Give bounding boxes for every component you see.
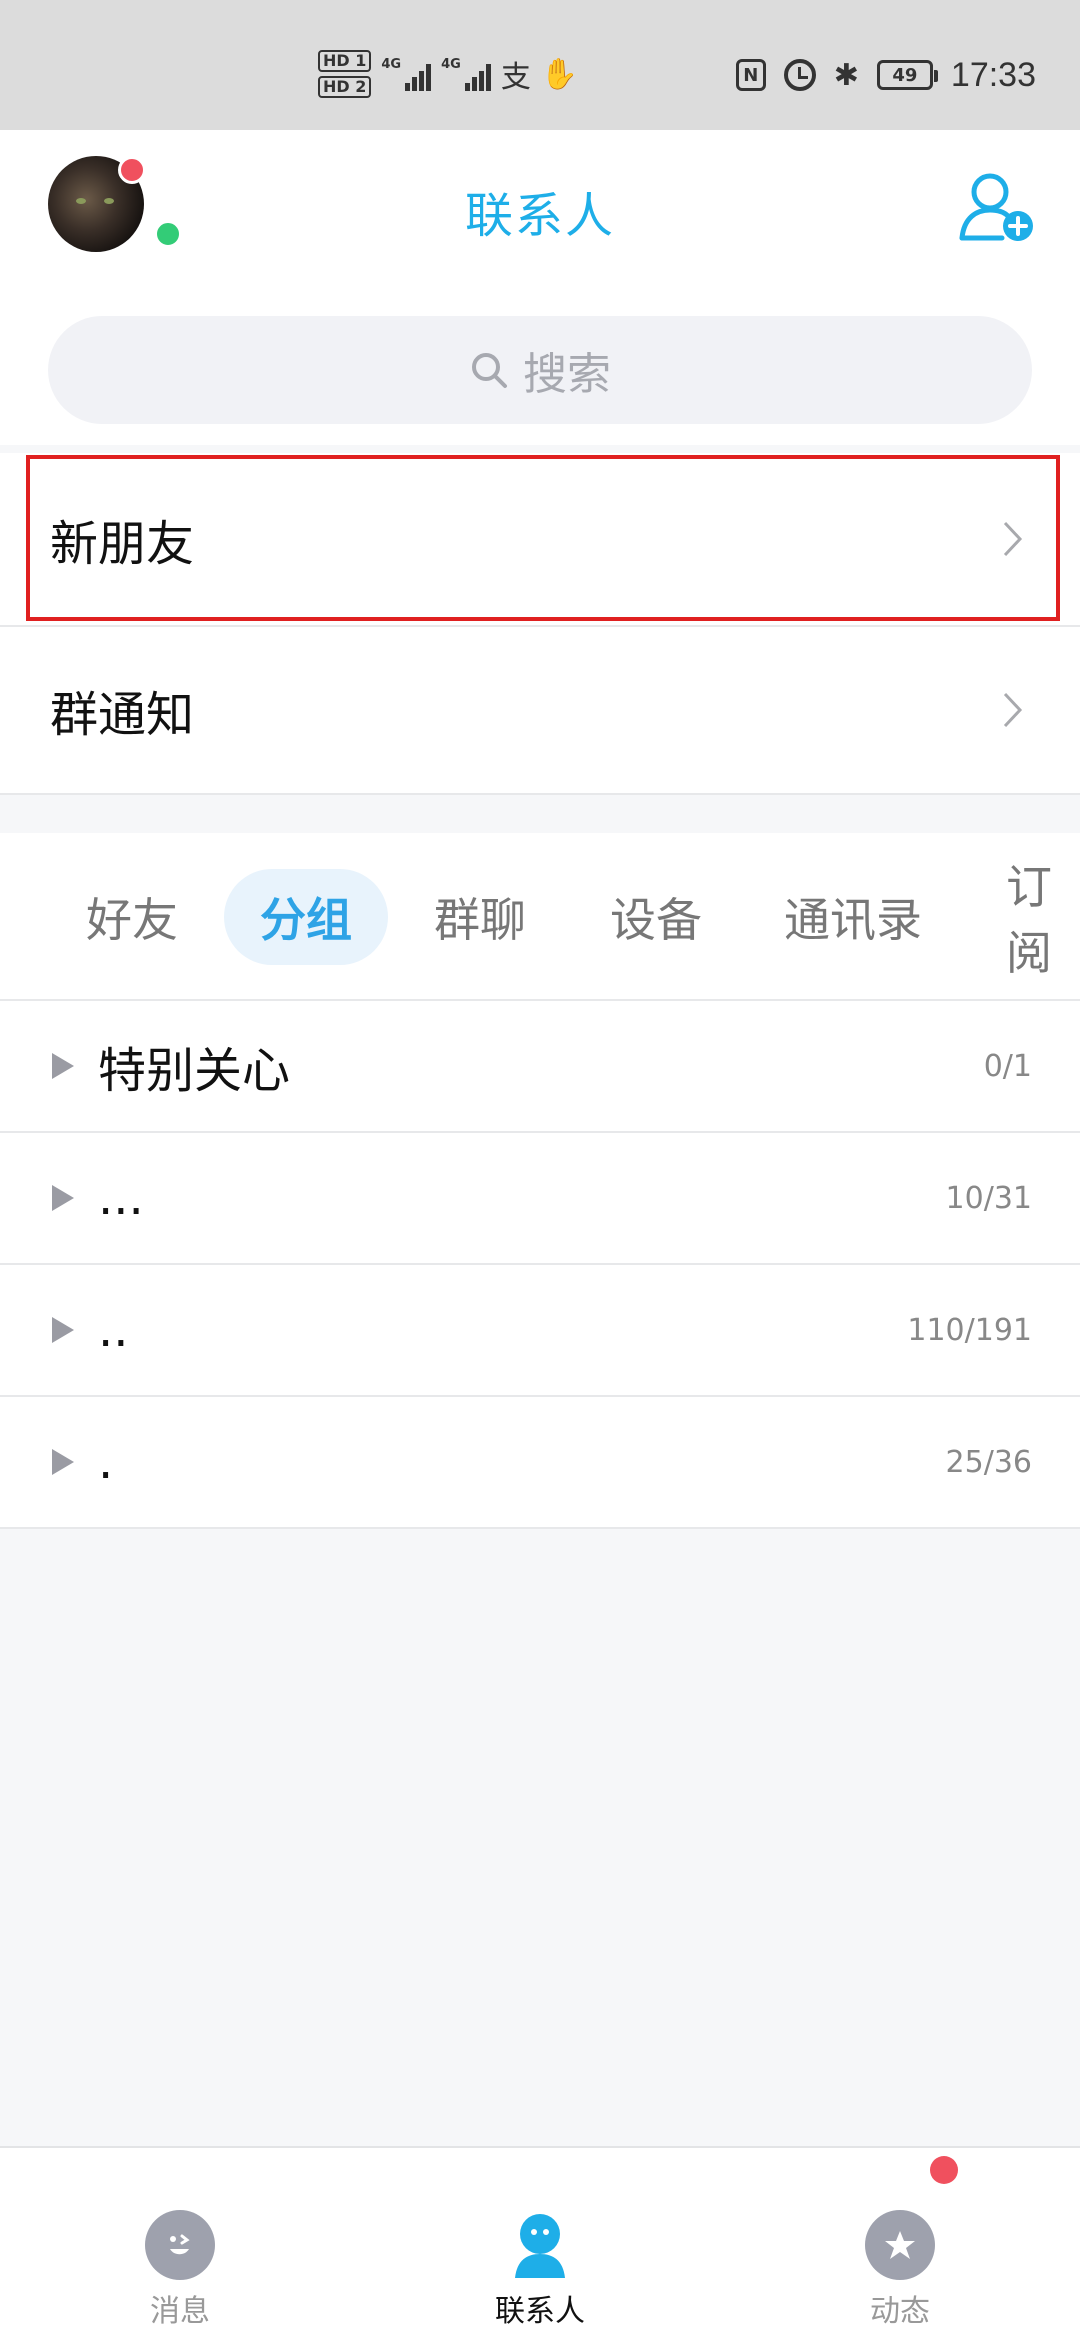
- group-name: ..: [98, 1302, 129, 1358]
- star-icon: [865, 2210, 935, 2280]
- group-notice-label: 群通知: [50, 687, 195, 743]
- group-name: 特别关心: [98, 1043, 291, 1099]
- expand-triangle-icon: [52, 1053, 74, 1079]
- clock: 17:33: [950, 55, 1036, 94]
- group-count: 10/31: [945, 1180, 1032, 1216]
- group-name: ...: [98, 1170, 144, 1226]
- add-contact-icon[interactable]: [956, 166, 1040, 250]
- contacts-icon: [505, 2210, 575, 2280]
- status-right: N ✱ 49 17:33: [735, 50, 1036, 100]
- group-name: .: [98, 1434, 114, 1490]
- moments-badge: [930, 2156, 958, 2184]
- battery-icon: 49: [876, 60, 938, 90]
- alipay-icon: 支: [500, 60, 531, 95]
- expand-triangle-icon: [52, 1449, 74, 1475]
- group-count: 25/36: [945, 1444, 1032, 1480]
- tab-devices[interactable]: 设备: [610, 869, 702, 965]
- group-count: 110/191: [907, 1312, 1032, 1348]
- group-row[interactable]: ... 10/31: [0, 1133, 1080, 1263]
- nav-label: 联系人: [495, 2294, 585, 2329]
- tab-address-book[interactable]: 通讯录: [784, 869, 922, 965]
- contact-tabs: 好友 分组 群聊 设备 通讯录 订阅: [0, 833, 1080, 999]
- search-bar[interactable]: 搜索: [48, 316, 1032, 424]
- group-notice-row[interactable]: 群通知: [0, 627, 1080, 793]
- nfc-icon: N: [735, 59, 766, 91]
- group-row[interactable]: .. 110/191: [0, 1265, 1080, 1395]
- bottom-nav: 消息 联系人 动态: [0, 2146, 1080, 2340]
- search-placeholder: 搜索: [523, 349, 611, 400]
- battery-level: 49: [892, 64, 918, 86]
- section-gap: [0, 795, 1080, 833]
- bluetooth-icon: ✱: [833, 57, 859, 93]
- nav-label: 消息: [150, 2294, 210, 2329]
- search-icon: [472, 353, 507, 388]
- signal1-icon: 4G: [381, 57, 432, 91]
- signal2-icon: 4G: [441, 57, 491, 91]
- nav-label: 动态: [870, 2294, 930, 2329]
- page-title: 联系人: [464, 188, 615, 244]
- group-row[interactable]: 特别关心 0/1: [0, 1001, 1080, 1131]
- hand-shield-icon: ✋: [540, 56, 579, 92]
- divider: [0, 1527, 1080, 1529]
- status-left: HD 1 HD 2 4G 4G 支 ✋: [318, 44, 578, 104]
- tab-friends[interactable]: 好友: [86, 869, 178, 965]
- tab-group-chats[interactable]: 群聊: [434, 869, 526, 965]
- nav-contacts[interactable]: 联系人: [440, 2210, 640, 2330]
- hd1-icon: HD 1: [318, 50, 372, 72]
- group-row[interactable]: . 25/36: [0, 1397, 1080, 1527]
- nav-moments[interactable]: 动态: [800, 2210, 1000, 2330]
- group-count: 0/1: [983, 1048, 1032, 1084]
- tab-subscriptions[interactable]: 订阅: [1006, 860, 1080, 980]
- nav-messages[interactable]: 消息: [80, 2210, 280, 2330]
- highlight-box: [26, 455, 1060, 621]
- expand-triangle-icon: [52, 1317, 74, 1343]
- tab-groups[interactable]: 分组: [224, 869, 388, 965]
- messages-icon: [145, 2210, 215, 2280]
- expand-triangle-icon: [52, 1185, 74, 1211]
- hd-stack: HD 1 HD 2: [318, 50, 372, 98]
- chevron-right-icon: [1003, 692, 1023, 728]
- status-bar: HD 1 HD 2 4G 4G 支 ✋ N ✱ 49 17:33: [0, 0, 1080, 130]
- header: 联系人 搜索: [0, 130, 1080, 445]
- hd2-icon: HD 2: [318, 76, 372, 98]
- alarm-icon: [783, 59, 816, 91]
